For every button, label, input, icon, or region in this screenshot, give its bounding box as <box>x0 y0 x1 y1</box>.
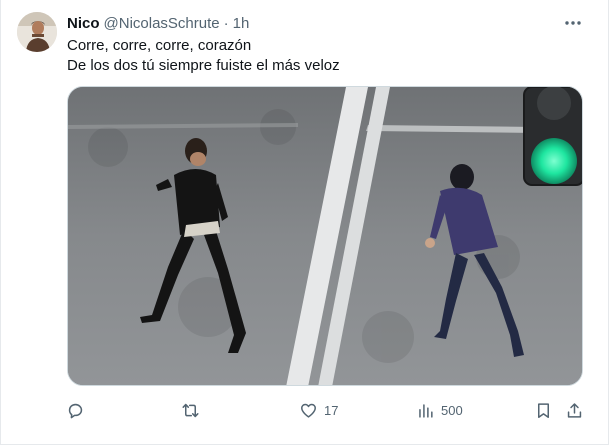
views-count: 500 <box>441 402 463 418</box>
like-button[interactable]: 17 <box>299 396 338 424</box>
avatar-image <box>17 12 57 52</box>
bookmark-button[interactable] <box>534 396 553 424</box>
media-image <box>68 87 582 385</box>
more-dots-icon <box>565 21 581 25</box>
separator-dot: · <box>223 14 229 32</box>
tweet-actions: 17 500 <box>58 396 598 424</box>
views-button[interactable]: 500 <box>416 396 463 424</box>
tweet-media[interactable] <box>67 86 583 386</box>
avatar[interactable] <box>17 12 57 52</box>
reply-icon <box>68 403 83 418</box>
tweet[interactable]: Nico @NicolasSchrute · 1h Corre, corre, … <box>0 0 609 445</box>
display-name[interactable]: Nico <box>67 15 100 32</box>
tweet-text-line: Corre, corre, corre, corazón <box>67 37 252 54</box>
like-count: 17 <box>324 402 339 418</box>
tweet-header: Nico @NicolasSchrute · 1h <box>67 13 249 33</box>
retweet-button[interactable] <box>181 396 206 424</box>
timestamp[interactable]: 1h <box>233 15 250 32</box>
share-button[interactable] <box>565 396 584 424</box>
reply-button[interactable] <box>66 396 91 424</box>
user-handle[interactable]: @NicolasSchrute <box>104 15 220 32</box>
tweet-text: Corre, corre, corre, corazón De los dos … <box>67 36 587 76</box>
bookmark-icon <box>537 402 550 418</box>
tweet-text-line: De los dos tú siempre fuiste el más velo… <box>67 57 340 74</box>
retweet-icon <box>182 403 199 417</box>
heart-icon <box>301 403 316 418</box>
more-options-button[interactable] <box>561 12 585 34</box>
views-icon <box>419 403 433 418</box>
share-icon <box>567 402 582 418</box>
